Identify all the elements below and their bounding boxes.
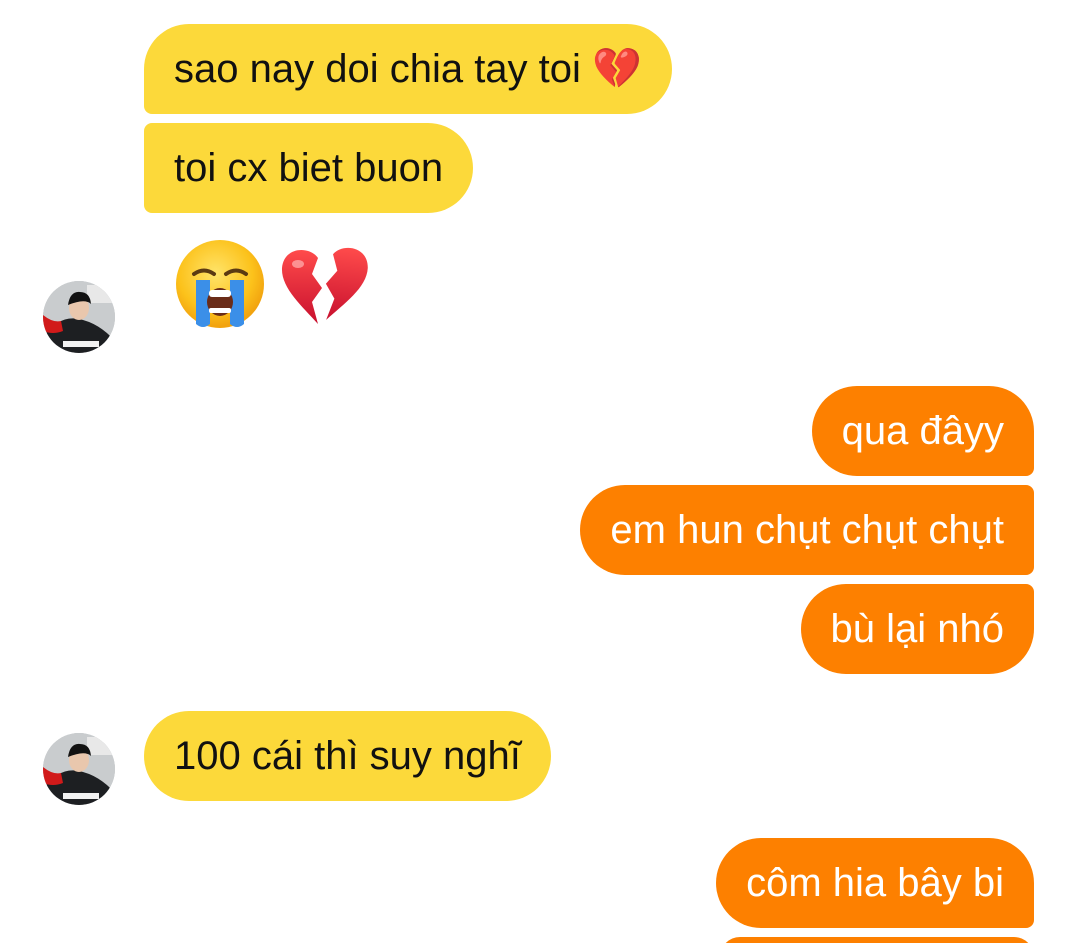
message-text: 100 cái thì suy nghĩ xyxy=(174,734,521,778)
outgoing-message-bubble[interactable]: qua đâyy xyxy=(811,386,1034,476)
contact-avatar[interactable] xyxy=(43,281,115,353)
broken-heart-emoji xyxy=(281,247,368,324)
partial-message-bubble xyxy=(720,937,1034,943)
message-text: toi cx biet buon xyxy=(174,146,444,190)
incoming-message-bubble[interactable]: toi cx biet buon xyxy=(144,123,474,213)
incoming-emoji-message[interactable] xyxy=(172,236,370,332)
message-text: em hun chụt chụt chụt xyxy=(610,508,1004,552)
outgoing-message-bubble[interactable]: em hun chụt chụt chụt xyxy=(580,485,1034,575)
loudly-crying-face-emoji xyxy=(176,240,264,328)
incoming-message-bubble[interactable]: sao nay doi chia tay toi 💔 xyxy=(144,24,672,114)
message-text: sao nay doi chia tay toi 💔 xyxy=(174,47,642,91)
message-text: côm hia bây bi xyxy=(746,861,1004,905)
incoming-message-bubble[interactable]: 100 cái thì suy nghĩ xyxy=(144,711,551,801)
message-text: bù lại nhó xyxy=(830,607,1004,651)
outgoing-message-bubble[interactable]: côm hia bây bi xyxy=(716,838,1034,928)
outgoing-message-bubble[interactable]: bù lại nhó xyxy=(800,584,1034,674)
message-text: qua đâyy xyxy=(841,409,1004,453)
contact-avatar[interactable] xyxy=(43,733,115,805)
